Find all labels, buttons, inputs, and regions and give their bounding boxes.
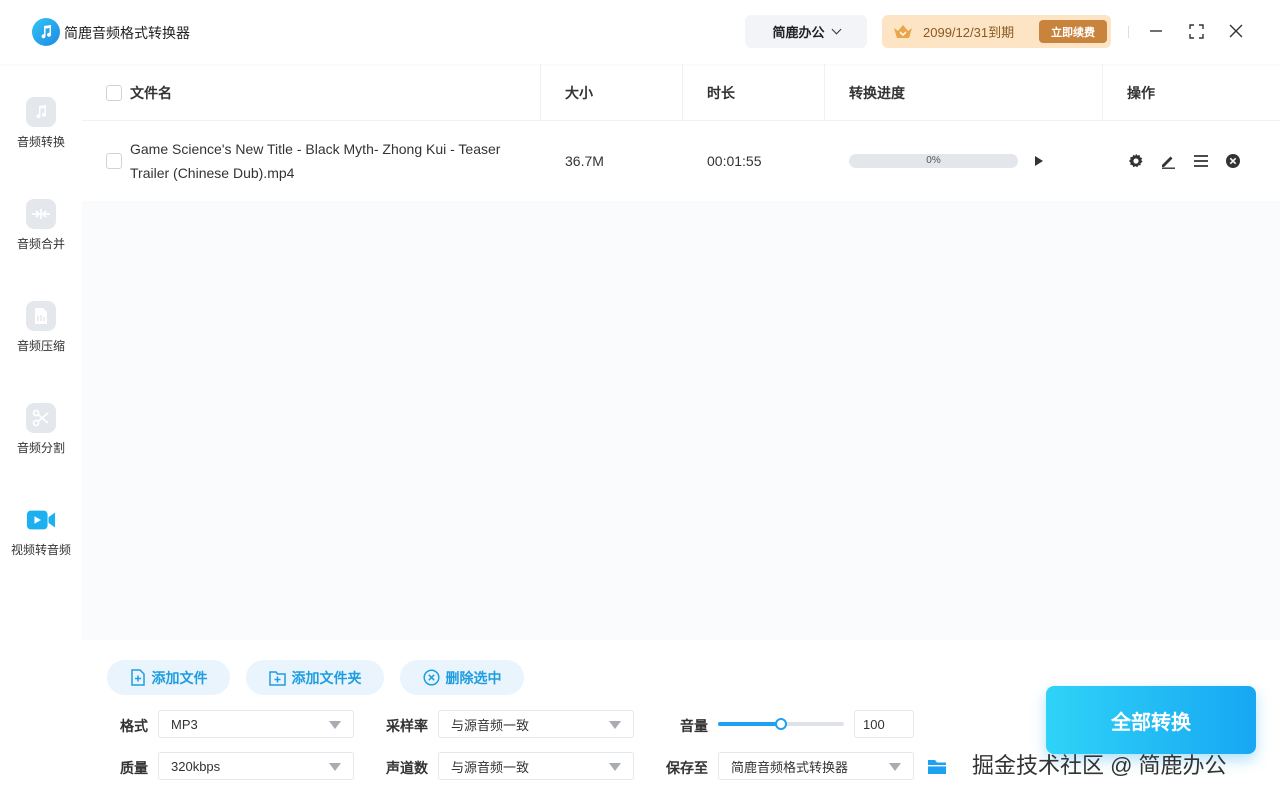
window-controls-divider	[1128, 26, 1129, 38]
maximize-icon[interactable]	[1185, 20, 1207, 42]
scissors-icon	[26, 403, 56, 433]
app-title: 简鹿音频格式转换器	[64, 25, 190, 41]
sidebar-item-audio-merge[interactable]: 音频合并	[0, 199, 82, 279]
menu-list-icon[interactable]	[1192, 152, 1210, 170]
sidebar-item-label: 视频转音频	[10, 543, 71, 557]
dropdown-arrow-icon	[329, 763, 341, 771]
progress-text: 0%	[926, 155, 941, 166]
column-header-actions: 操作	[1127, 84, 1155, 101]
close-icon[interactable]	[1225, 20, 1247, 42]
quality-value: 320kbps	[171, 758, 221, 774]
table-header: 文件名 大小 时长 转换进度 操作	[82, 64, 1280, 121]
convert-all-button[interactable]: 全部转换	[1046, 686, 1256, 754]
sidebar-item-audio-compress[interactable]: 音频压缩	[0, 301, 82, 381]
sidebar: 音频转换 音频合并 音频压缩 音频分割 视频转音频	[0, 64, 82, 800]
add-folder-icon	[268, 670, 286, 686]
file-name: Game Science's New Title - Black Myth- Z…	[130, 141, 501, 181]
column-header-duration: 时长	[707, 84, 735, 101]
add-folder-label: 添加文件夹	[291, 669, 362, 686]
save-to-value: 简鹿音频格式转换器	[731, 759, 849, 775]
dropdown-arrow-icon	[889, 763, 901, 771]
quality-label: 质量	[120, 760, 148, 776]
delete-selected-label: 删除选中	[445, 669, 502, 686]
renew-button[interactable]: 立即续费	[1039, 20, 1107, 43]
row-checkbox[interactable]	[106, 121, 122, 201]
save-to-label: 保存至	[666, 760, 708, 776]
edit-pencil-icon[interactable]	[1159, 152, 1177, 170]
bottom-panel: 添加文件 添加文件夹 删除选中 格式 MP3 采样率 与源音频一致 音量 100…	[82, 640, 1280, 800]
app-logo-icon	[32, 18, 60, 46]
vip-status: 2099/12/31到期 立即续费	[882, 15, 1111, 48]
volume-input[interactable]: 100	[854, 710, 914, 738]
watermark-text: 掘金技术社区 @ 简鹿办公	[972, 753, 1227, 778]
sidebar-item-audio-split[interactable]: 音频分割	[0, 403, 82, 483]
volume-slider-handle[interactable]	[775, 718, 787, 730]
format-value: MP3	[171, 716, 198, 732]
compress-file-icon	[26, 301, 56, 331]
select-all-checkbox[interactable]	[106, 64, 122, 121]
column-header-progress: 转换进度	[849, 84, 905, 101]
vip-crown-icon	[894, 24, 912, 38]
file-list-area: 文件名 大小 时长 转换进度 操作 Game Science's New Tit…	[82, 64, 1280, 640]
format-label: 格式	[120, 718, 148, 734]
sidebar-item-label: 音频分割	[16, 441, 65, 455]
open-folder-icon[interactable]	[925, 754, 949, 778]
sample-rate-label: 采样率	[386, 718, 428, 734]
delete-selected-button[interactable]: 删除选中	[400, 660, 524, 695]
dropdown-arrow-icon	[609, 721, 621, 729]
video-camera-icon	[26, 505, 56, 535]
volume-label: 音量	[680, 718, 708, 734]
office-menu-label: 简鹿办公	[772, 25, 825, 40]
vip-expiry-text: 2099/12/31到期	[923, 25, 1015, 40]
play-icon[interactable]	[1032, 154, 1046, 168]
add-file-button[interactable]: 添加文件	[107, 660, 230, 695]
sidebar-item-audio-convert[interactable]: 音频转换	[0, 97, 82, 177]
settings-gear-icon[interactable]	[1127, 152, 1145, 170]
sidebar-item-label: 音频合并	[16, 237, 65, 251]
sample-rate-value: 与源音频一致	[451, 717, 530, 733]
volume-slider[interactable]	[718, 718, 844, 730]
sidebar-item-label: 音频压缩	[16, 339, 65, 353]
add-file-label: 添加文件	[151, 669, 208, 686]
save-to-select[interactable]: 简鹿音频格式转换器	[718, 752, 914, 780]
sidebar-item-label: 音频转换	[16, 135, 65, 149]
channels-select[interactable]: 与源音频一致	[438, 752, 634, 780]
file-size: 36.7M	[565, 153, 604, 169]
music-note-icon	[26, 97, 56, 127]
file-duration: 00:01:55	[707, 153, 762, 169]
channels-label: 声道数	[386, 760, 428, 776]
table-row[interactable]: Game Science's New Title - Black Myth- Z…	[82, 121, 1280, 201]
chevron-down-icon	[831, 24, 841, 35]
column-header-size: 大小	[565, 84, 593, 101]
title-bar: 简鹿音频格式转换器 简鹿办公 2099/12/31到期 立即续费	[0, 0, 1280, 64]
column-header-filename: 文件名	[130, 84, 172, 101]
volume-slider-fill	[718, 722, 781, 726]
delete-circle-icon	[422, 669, 440, 686]
conversion-progress-bar: 0%	[849, 154, 1018, 168]
merge-icon	[26, 199, 56, 229]
channels-value: 与源音频一致	[451, 759, 530, 775]
dropdown-arrow-icon	[329, 721, 341, 729]
dropdown-arrow-icon	[609, 763, 621, 771]
minimize-icon[interactable]	[1145, 20, 1167, 42]
format-select[interactable]: MP3	[158, 710, 354, 738]
add-folder-button[interactable]: 添加文件夹	[246, 660, 384, 695]
remove-circle-icon[interactable]	[1224, 152, 1242, 170]
add-file-icon	[130, 669, 145, 686]
quality-select[interactable]: 320kbps	[158, 752, 354, 780]
sidebar-item-video-to-audio[interactable]: 视频转音频	[0, 505, 82, 585]
sample-rate-select[interactable]: 与源音频一致	[438, 710, 634, 738]
office-menu-button[interactable]: 简鹿办公	[745, 15, 867, 48]
